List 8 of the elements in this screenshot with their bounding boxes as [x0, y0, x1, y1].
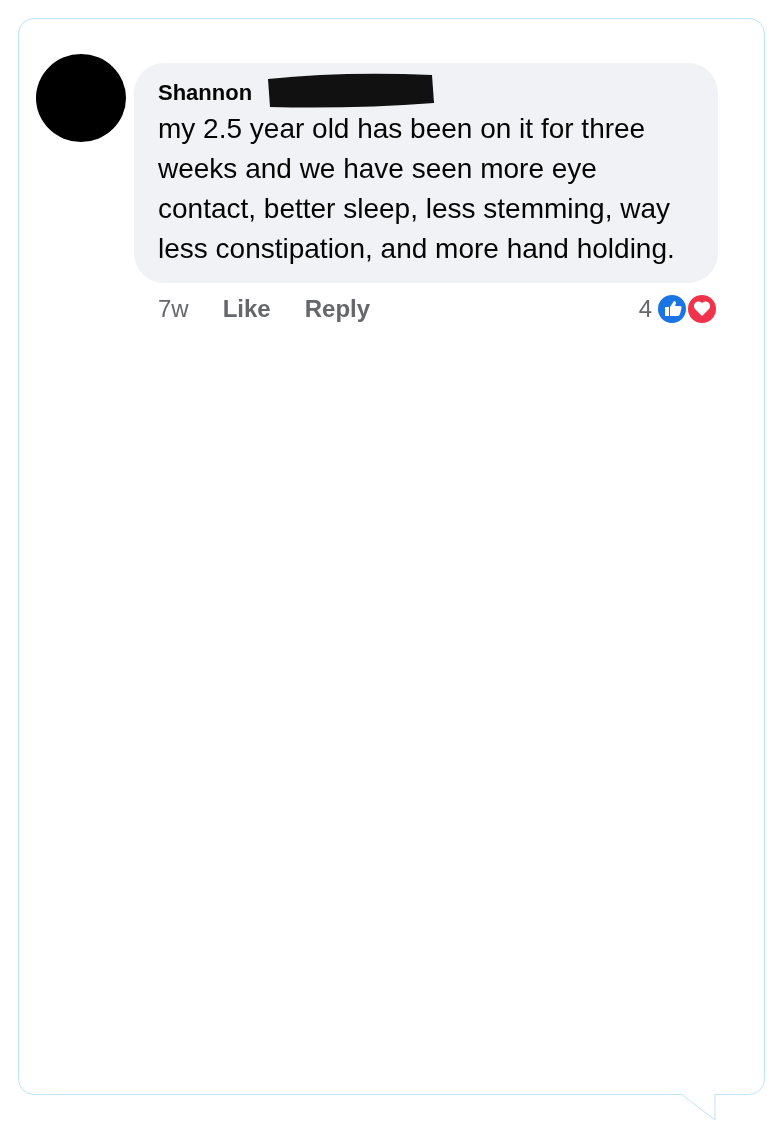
- author-name[interactable]: Shannon: [158, 80, 253, 105]
- reaction-icons[interactable]: [656, 293, 718, 325]
- reaction-count[interactable]: 4: [638, 295, 652, 323]
- action-link[interactable]: Like: [222, 295, 271, 323]
- action-link[interactable]: Reply: [304, 295, 371, 323]
- avatar[interactable]: [35, 52, 127, 144]
- timestamp: 7w: [158, 295, 189, 323]
- comment-text: my 2.5 year old has been on it for three weeks and we have seen more eye contact, better sleep, less stemming, way less constipation, and more hand holding.: [158, 112, 676, 266]
